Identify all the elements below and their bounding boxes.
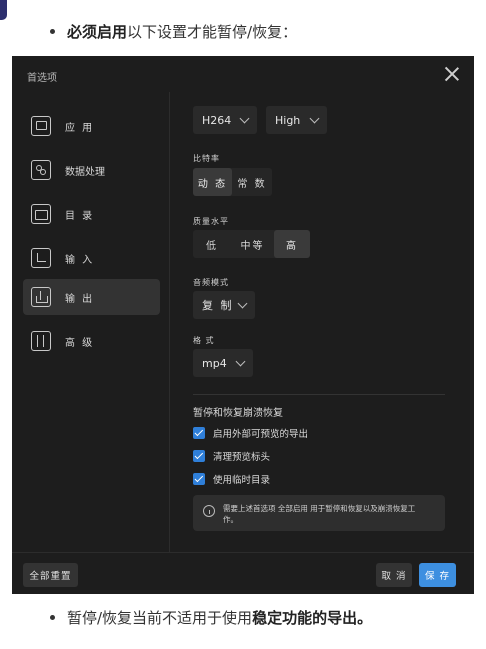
format-select[interactable]: mp4 — [193, 349, 253, 377]
bullet2-text: 暂停/恢复当前不适用于使用 — [67, 609, 253, 627]
checkbox-checked[interactable] — [193, 473, 205, 485]
advanced-sliders-icon — [31, 331, 51, 351]
sidebar-item-data-processing[interactable]: 数据处理 — [23, 152, 160, 188]
checkbox-checked[interactable] — [193, 427, 205, 439]
info-text-line: 作。 — [223, 515, 238, 524]
data-processing-icon — [31, 160, 51, 180]
bitrate-option-constant[interactable]: 常 数 — [232, 168, 272, 196]
sidebar-item-label: 目 录 — [65, 210, 95, 222]
bullet1-text: 以下设置才能暂停/恢复： — [127, 23, 298, 41]
sidebar-item-label: 输 入 — [65, 254, 95, 266]
dialog-title: 首选项 — [27, 73, 57, 84]
preferences-dialog: 首选项 应 用 数据处理 目 录 输 入 输 出 高 级 H264 High 比… — [12, 56, 474, 594]
check-use-temp-directory[interactable]: 使用临时目录 — [193, 472, 270, 486]
check-label: 清理预览标头 — [213, 452, 271, 463]
dialog-header: 首选项 — [12, 56, 474, 92]
bullet-dot — [50, 615, 55, 620]
bullet-stabilization-note: 暂停/恢复当前不适用于使用 稳定功能的导出。 — [50, 607, 372, 628]
bullet-dot — [50, 29, 55, 34]
chevron-down-icon — [237, 298, 248, 309]
quality-option-high[interactable]: 高 — [274, 230, 310, 258]
quality-label: 质量水平 — [193, 217, 229, 226]
codec-select[interactable]: H264 — [193, 106, 257, 134]
sidebar-item-label: 数据处理 — [65, 166, 105, 178]
quality-option-low[interactable]: 低 — [193, 230, 231, 258]
check-label: 启用外部可预览的导出 — [213, 429, 309, 440]
chevron-down-icon — [309, 113, 320, 124]
check-label: 使用临时目录 — [213, 475, 271, 486]
info-notice: 需要上述首选项 全部启用 用于暂停和恢复以及崩溃恢复工 作。 — [193, 495, 445, 531]
sidebar-item-directory[interactable]: 目 录 — [23, 196, 160, 232]
dialog-footer: 全部重置 取 消 保 存 — [12, 552, 474, 594]
quality-option-medium[interactable]: 中等 — [231, 230, 274, 258]
info-text: 需要上述首选项 全部启用 用于暂停和恢复以及崩溃恢复工 作。 — [223, 503, 415, 525]
pause-resume-section-title: 暂停和恢复崩溃恢复 — [193, 408, 283, 419]
import-arrow-icon — [31, 248, 51, 268]
sidebar-item-advanced[interactable]: 高 级 — [23, 323, 160, 359]
save-button[interactable]: 保 存 — [419, 563, 456, 587]
export-icon — [31, 287, 51, 307]
info-text-line: 需要上述首选项 全部启用 用于暂停和恢复以及崩溃恢复工 — [223, 504, 416, 513]
info-icon — [203, 505, 215, 517]
sidebar: 应 用 数据处理 目 录 输 入 输 出 高 级 — [12, 92, 170, 552]
audio-mode-select[interactable]: 复 制 — [193, 291, 255, 319]
sidebar-item-label: 应 用 — [65, 122, 95, 134]
bullet1-bold: 必须启用 — [67, 23, 128, 41]
bitrate-option-dynamic[interactable]: 动 态 — [193, 168, 232, 196]
chevron-down-icon — [239, 113, 250, 124]
audio-mode-value: 复 制 — [202, 299, 234, 312]
bullet-required-settings: 必须启用 以下设置才能暂停/恢复： — [50, 21, 297, 42]
reset-all-button[interactable]: 全部重置 — [23, 563, 78, 587]
codec-value: H264 — [202, 113, 232, 127]
format-value: mp4 — [202, 356, 227, 370]
sidebar-item-label: 高 级 — [65, 337, 95, 349]
sidebar-item-label: 输 出 — [65, 293, 95, 305]
quality-toggle: 低 中等 高 — [193, 230, 310, 258]
sidebar-item-app[interactable]: 应 用 — [23, 108, 160, 144]
cancel-button[interactable]: 取 消 — [376, 563, 412, 587]
audio-mode-label: 音频模式 — [193, 278, 229, 287]
check-enable-previewable-export[interactable]: 启用外部可预览的导出 — [193, 426, 308, 440]
profile-value: High — [275, 113, 301, 127]
section-divider — [193, 394, 445, 395]
corner-tab — [0, 0, 7, 20]
sidebar-item-output[interactable]: 输 出 — [23, 279, 160, 315]
monitor-icon — [31, 116, 51, 136]
check-clean-preview-header[interactable]: 清理预览标头 — [193, 449, 270, 463]
bitrate-label: 比特率 — [193, 154, 220, 163]
profile-select[interactable]: High — [266, 106, 327, 134]
chevron-down-icon — [235, 356, 246, 367]
checkbox-checked[interactable] — [193, 450, 205, 462]
folder-icon — [31, 204, 51, 224]
format-label: 格 式 — [193, 336, 215, 345]
close-icon[interactable] — [444, 66, 460, 82]
bullet2-bold: 稳定功能的导出。 — [252, 609, 373, 627]
sidebar-item-input[interactable]: 输 入 — [23, 240, 160, 276]
bitrate-toggle: 动 态 常 数 — [193, 168, 272, 196]
